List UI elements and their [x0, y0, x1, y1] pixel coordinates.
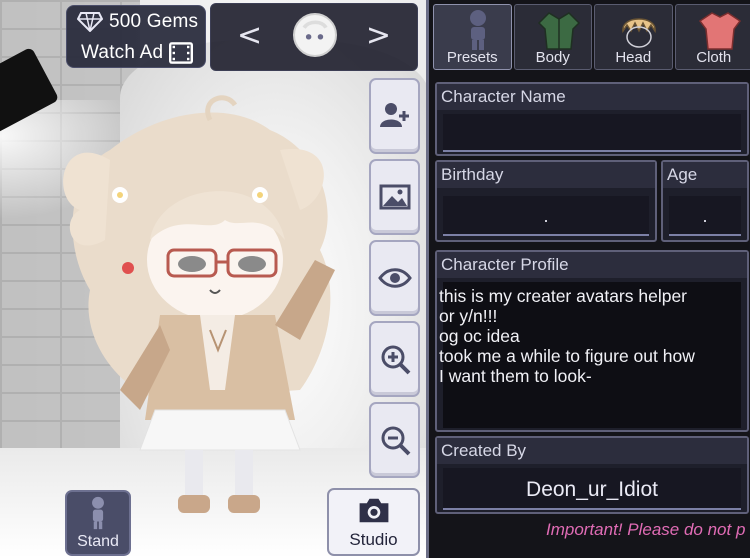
tab-body[interactable]: Body: [513, 4, 592, 70]
character-name-label: Character Name: [437, 84, 747, 110]
tab-label: Body: [535, 49, 570, 66]
character-face-thumbnail[interactable]: [293, 13, 337, 57]
background-image-icon: [379, 184, 410, 210]
diamond-gem-icon: [77, 11, 103, 32]
eye-icon: [377, 268, 412, 288]
tab-label: Presets: [446, 49, 498, 66]
created-by-field: Created By Deon_ur_Idiot: [435, 436, 749, 514]
watch-ad-button[interactable]: Watch Ad: [67, 37, 205, 68]
created-by-value: Deon_ur_Idiot: [526, 478, 658, 501]
add-character-icon: [379, 103, 409, 127]
age-field: Age .: [661, 160, 749, 242]
hide-ui-button[interactable]: [369, 240, 420, 316]
film-icon: [169, 41, 194, 64]
age-label: Age: [663, 162, 747, 188]
stand-button[interactable]: Stand: [65, 490, 131, 556]
stand-label: Stand: [77, 533, 119, 550]
character-name-field: Character Name: [435, 82, 749, 156]
face-icon: [302, 20, 328, 40]
background-button[interactable]: [369, 159, 420, 235]
gems-count: 500 Gems: [109, 10, 199, 32]
shirt-icon: [698, 12, 741, 50]
birthday-label: Birthday: [437, 162, 655, 188]
character-info-panel: Presets Body Head Cloth Character Name B…: [426, 0, 750, 558]
character-model[interactable]: [50, 90, 380, 530]
character-name-input[interactable]: [443, 114, 741, 152]
birthday-value: .: [543, 206, 549, 226]
tab-cloth[interactable]: Cloth: [674, 4, 750, 70]
jacket-icon: [537, 12, 580, 50]
zoom-out-button[interactable]: [369, 402, 420, 478]
character-switcher: < >: [210, 3, 418, 71]
next-character-button[interactable]: >: [366, 18, 391, 53]
preset-figure-icon: [470, 10, 486, 50]
add-character-button[interactable]: [369, 78, 420, 154]
tool-column: [369, 78, 421, 483]
important-notice: Important! Please do not p: [546, 520, 746, 539]
category-tabs: Presets Body Head Cloth: [433, 4, 750, 70]
age-input[interactable]: .: [669, 196, 741, 236]
tab-label: Head: [615, 49, 652, 66]
currency-box: 500 Gems Watch Ad: [66, 5, 206, 68]
tab-head[interactable]: Head: [594, 4, 673, 70]
created-by-label: Created By: [437, 438, 747, 464]
studio-label: Studio: [349, 530, 398, 549]
hair-icon: [622, 18, 656, 48]
gems-row: 500 Gems: [67, 6, 205, 37]
created-by-input[interactable]: Deon_ur_Idiot: [443, 468, 741, 510]
watch-ad-label: Watch Ad: [81, 41, 164, 63]
age-value: .: [702, 206, 708, 226]
studio-button[interactable]: Studio: [327, 488, 420, 556]
zoom-in-icon: [381, 345, 410, 375]
previous-character-button[interactable]: <: [237, 18, 262, 53]
character-profile-text: this is my creater avatars helper or y/n…: [439, 286, 695, 386]
camera-icon: [359, 498, 388, 523]
tab-label: Cloth: [696, 49, 732, 66]
standing-figure-icon: [92, 496, 104, 530]
zoom-out-icon: [381, 426, 410, 456]
birthday-input[interactable]: .: [443, 196, 649, 236]
character-stage: 500 Gems Watch Ad < > Stand Studio: [0, 0, 426, 558]
zoom-in-button[interactable]: [369, 321, 420, 397]
birthday-field: Birthday .: [435, 160, 657, 242]
character-profile-label: Character Profile: [437, 252, 747, 278]
tab-presets[interactable]: Presets: [433, 4, 512, 70]
